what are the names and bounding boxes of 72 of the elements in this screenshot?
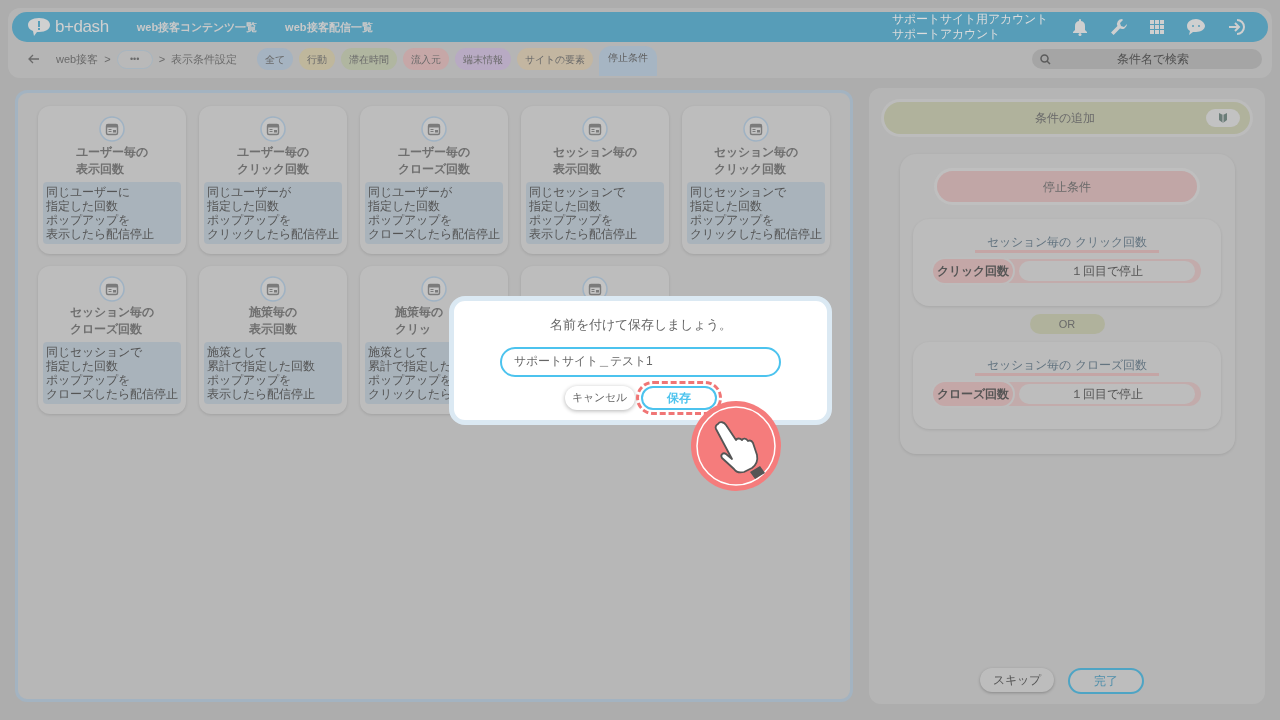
card-title: 施策毎の 表示回数	[249, 304, 297, 338]
card-description: 同じユーザーに 指定した回数 ポップアップを 表示したら配信停止	[43, 182, 181, 244]
card-title: ユーザー毎の クローズ回数	[398, 144, 470, 178]
calendar-icon	[99, 276, 125, 302]
logo-icon	[26, 16, 52, 38]
condition-card[interactable]: セッション毎の クリック回数 同じセッションで 指定した回数 ポップアップを クリックしたら配信停止	[682, 106, 830, 254]
filter-tab[interactable]: 流入元	[403, 48, 450, 70]
condition-card[interactable]: ユーザー毎の クリック回数 同じユーザーが 指定した回数 ポップアップを クリックしたら配信停止	[199, 106, 347, 254]
logout-icon[interactable]	[1228, 18, 1248, 36]
filter-tab[interactable]: サイトの要素	[517, 48, 594, 70]
group-title: 停止条件	[937, 171, 1197, 202]
filter-tab[interactable]: 行動	[299, 48, 336, 70]
wrench-icon[interactable]	[1110, 18, 1128, 36]
condition-value: １回目で停止	[1019, 384, 1195, 404]
chat-face-icon[interactable]	[1186, 18, 1206, 36]
card-description: 同じユーザーが 指定した回数 ポップアップを クリックしたら配信停止	[204, 182, 342, 244]
condition-value: １回目で停止	[1019, 261, 1195, 281]
condition-title: セッション毎の クローズ回数	[975, 358, 1159, 376]
add-condition-label: 条件の追加	[1034, 110, 1096, 127]
card-description: 同じユーザーが 指定した回数 ポップアップを クローズしたら配信停止	[365, 182, 503, 244]
bell-icon[interactable]	[1072, 18, 1088, 36]
search-icon	[1040, 53, 1051, 65]
condition-card[interactable]: セッション毎の 表示回数 同じセッションで 指定した回数 ポップアップを 表示したら配信停止	[521, 106, 669, 254]
calendar-icon	[421, 116, 447, 142]
condition-card[interactable]: ユーザー毎の 表示回数 同じユーザーに 指定した回数 ポップアップを 表示したら配信停止	[38, 106, 186, 254]
or-label: OR	[1029, 314, 1105, 334]
calendar-icon	[421, 276, 447, 302]
breadcrumb-separator: >	[104, 51, 111, 67]
dialog-title: 名前を付けて保存しましょう。	[549, 316, 732, 334]
beginner-mark-icon	[1218, 112, 1228, 124]
account-name: サポートサイト用アカウント サポートアカウント	[892, 12, 1048, 42]
filter-tab[interactable]: 全て	[257, 48, 294, 70]
back-arrow-icon[interactable]	[28, 54, 40, 64]
calendar-icon	[743, 116, 769, 142]
cancel-button[interactable]: キャンセル	[564, 385, 635, 410]
nav-link[interactable]: web接客コンテンツ一覧	[136, 18, 258, 36]
condition-title: セッション毎の クリック回数	[975, 235, 1159, 253]
card-title: セッション毎の 表示回数	[553, 144, 637, 178]
calendar-icon	[99, 116, 125, 142]
calendar-icon	[260, 116, 286, 142]
skip-button[interactable]: スキップ	[980, 668, 1054, 692]
search-field[interactable]: 条件名で検索	[1032, 49, 1262, 69]
condition-label: クリック回数	[933, 259, 1013, 283]
more-button[interactable]: •••	[116, 49, 153, 69]
card-description: 同じセッションで 指定した回数 ポップアップを クリックしたら配信停止	[687, 182, 825, 244]
calendar-icon	[260, 276, 286, 302]
filter-tab[interactable]: 滞在時間	[341, 48, 398, 70]
beginner-mark-button[interactable]	[1206, 109, 1240, 127]
breadcrumb-separator: >	[158, 51, 166, 67]
card-title: セッション毎の クローズ回数	[70, 304, 154, 338]
nav-link[interactable]: web接客配信一覧	[285, 18, 373, 36]
card-title: ユーザー毎の クリック回数	[237, 144, 309, 178]
logo-text: b+dash	[55, 16, 109, 39]
card-description: 同じセッションで 指定した回数 ポップアップを クローズしたら配信停止	[43, 342, 181, 404]
filter-tab[interactable]: 端末情報	[455, 48, 512, 70]
condition-card[interactable]: ユーザー毎の クローズ回数 同じユーザーが 指定した回数 ポップアップを クローズしたら配信停止	[360, 106, 508, 254]
filter-tab[interactable]: 停止条件	[599, 46, 658, 76]
name-input[interactable]: サポートサイト＿テスト1	[500, 346, 781, 377]
card-title: セッション毎の クリック回数	[714, 144, 798, 178]
breadcrumb-current: 表示条件設定	[171, 51, 238, 67]
condition-card[interactable]: 施策毎の 表示回数 施策として 累計で指定した回数 ポップアップを 表示したら配信停止	[199, 266, 347, 414]
card-description: 同じセッションで 指定した回数 ポップアップを 表示したら配信停止	[526, 182, 664, 244]
card-description: 施策として 累計で指定した回数 ポップアップを 表示したら配信停止	[204, 342, 342, 404]
breadcrumb-link[interactable]: web接客	[56, 50, 99, 68]
search-input[interactable]: 条件名で検索	[1051, 50, 1254, 68]
card-title: ユーザー毎の 表示回数	[76, 144, 148, 178]
condition-label: クローズ回数	[933, 382, 1013, 406]
done-button[interactable]: 完了	[1068, 668, 1144, 694]
card-title: 施策毎の クリッ	[395, 304, 443, 338]
grid-icon[interactable]	[1150, 20, 1164, 34]
calendar-icon	[582, 116, 608, 142]
condition-card[interactable]: セッション毎の クローズ回数 同じセッションで 指定した回数 ポップアップを クローズしたら配信停止	[38, 266, 186, 414]
